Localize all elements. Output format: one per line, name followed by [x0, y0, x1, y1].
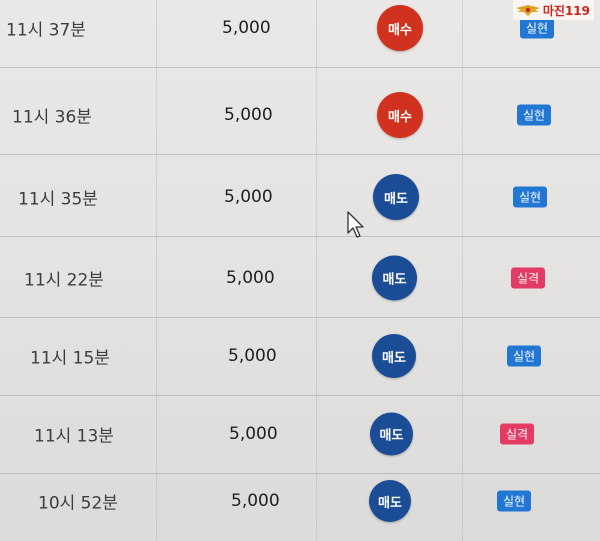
trade-time: 11시 36분 [12, 107, 92, 128]
trade-side-badge: 매도 [372, 334, 416, 378]
trade-time: 10시 52분 [38, 493, 118, 514]
trade-side-badge: 매수 [377, 92, 423, 138]
trade-amount: 5,000 [229, 424, 278, 444]
trade-row[interactable]: 11시 22분 5,000 매도 실격 [0, 238, 600, 318]
trade-row[interactable]: 11시 37분 5,000 매수 실현 [0, 0, 600, 68]
trade-row[interactable]: 11시 15분 5,000 매도 실현 [0, 316, 600, 396]
trade-time: 11시 22분 [24, 270, 104, 291]
trade-amount: 5,000 [231, 491, 280, 511]
row-divider [0, 67, 600, 68]
trade-amount: 5,000 [228, 346, 277, 366]
trade-result-badge: 실격 [500, 423, 535, 445]
trade-time: 11시 13분 [34, 426, 114, 447]
logo-text: 마진119 [542, 3, 590, 18]
wings-icon [515, 5, 540, 16]
trade-result-badge: 실격 [511, 267, 546, 289]
mouse-pointer-icon [347, 211, 364, 238]
watermark-logo: 마진119 [512, 0, 594, 20]
trade-amount: 5,000 [226, 268, 275, 288]
trade-row[interactable]: 10시 52분 5,000 매도 실현 [0, 461, 600, 541]
trade-result-badge: 실현 [517, 104, 552, 126]
trade-side-badge: 매도 [372, 255, 417, 301]
trade-side-badge: 매도 [370, 412, 413, 456]
trade-time: 11시 37분 [6, 20, 86, 41]
trade-result-badge: 실현 [513, 186, 548, 208]
trade-result-badge: 실현 [520, 17, 555, 39]
row-divider [0, 236, 600, 237]
trade-row[interactable]: 11시 35분 5,000 매도 실현 [0, 157, 600, 237]
trade-time: 11시 15분 [30, 348, 110, 369]
trade-result-badge: 실현 [497, 490, 532, 512]
trade-result-badge: 실현 [507, 345, 542, 367]
trade-amount: 5,000 [224, 105, 273, 125]
trade-amount: 5,000 [224, 187, 273, 207]
trade-row[interactable]: 11시 36분 5,000 매수 실현 [0, 75, 600, 155]
trade-time: 11시 35분 [18, 189, 98, 210]
trade-side-badge: 매도 [373, 174, 419, 220]
row-divider [0, 154, 600, 155]
trade-amount: 5,000 [222, 18, 271, 38]
trade-side-badge: 매도 [369, 480, 411, 522]
trade-side-badge: 매수 [377, 5, 423, 51]
